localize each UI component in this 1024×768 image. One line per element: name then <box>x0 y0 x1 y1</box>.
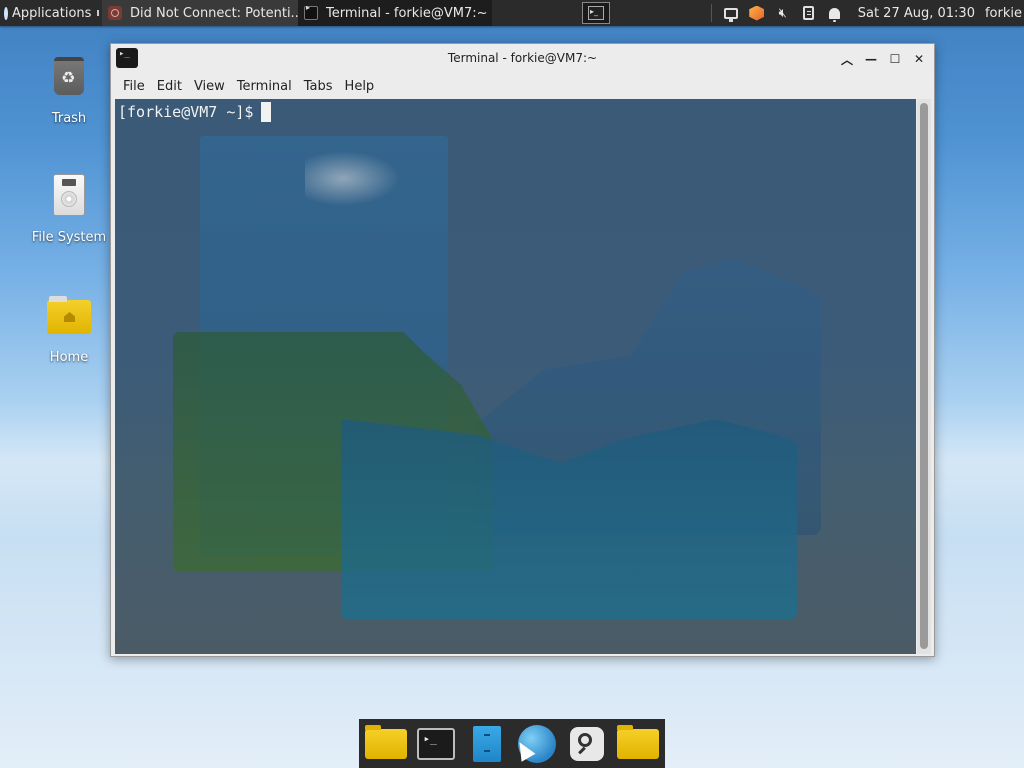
bottom-dock <box>359 719 665 768</box>
menu-tabs[interactable]: Tabs <box>298 79 339 94</box>
app-finder-icon <box>570 726 605 761</box>
home-folder-icon <box>45 292 93 340</box>
display-button[interactable] <box>718 0 744 26</box>
firefox-icon <box>108 6 122 20</box>
applications-label: Applications <box>12 5 92 21</box>
clipboard-button[interactable] <box>796 0 822 26</box>
terminal-icon <box>417 727 456 760</box>
window-title: Terminal - forkie@VM7:~ <box>447 51 598 65</box>
text-cursor <box>261 102 272 122</box>
menu-bar: File Edit View Terminal Tabs Help <box>111 74 934 98</box>
file-cabinet-icon <box>472 725 501 762</box>
tray-separator <box>710 4 712 22</box>
package-updater-icon <box>749 5 765 21</box>
shell-prompt: [forkie@VM7 ~]$ <box>118 103 254 121</box>
web-browser-icon <box>518 724 557 763</box>
shade-up-icon[interactable]: ︿ <box>836 48 858 70</box>
desktop-icon-label: Home <box>49 350 89 365</box>
desktop-icon-file-system[interactable]: File System <box>29 172 109 245</box>
menu-view[interactable]: View <box>188 79 231 94</box>
workspace-switcher[interactable]: ▸_ <box>582 2 610 24</box>
window-controls: ︿ — ☐ ✕ <box>836 48 930 70</box>
scrollbar-thumb[interactable] <box>920 103 928 649</box>
notifications-button[interactable] <box>822 0 848 26</box>
taskbar-item-terminal[interactable]: Terminal - forkie@VM7:~ <box>298 0 492 26</box>
menu-terminal[interactable]: Terminal <box>231 79 298 94</box>
background-art-cloud <box>305 151 400 206</box>
workspace-switcher-icon: ▸_ <box>588 6 604 20</box>
terminal-scrollbar[interactable] <box>917 99 931 654</box>
trash-icon <box>45 53 93 101</box>
desktop-icon-label: File System <box>31 230 107 245</box>
window-titlebar[interactable]: Terminal - forkie@VM7:~ ︿ — ☐ ✕ <box>111 44 934 74</box>
taskbar-item-label: Did Not Connect: Potenti... <box>130 5 298 21</box>
taskbar-item-label: Terminal - forkie@VM7:~ <box>326 5 488 21</box>
desktop-icon-home[interactable]: Home <box>29 292 109 365</box>
dock-app-finder[interactable] <box>563 721 611 767</box>
dock-file-cabinet[interactable] <box>463 721 511 767</box>
menu-help[interactable]: Help <box>339 79 381 94</box>
desktop-icon-trash[interactable]: Trash <box>29 53 109 126</box>
terminal-window: Terminal - forkie@VM7:~ ︿ — ☐ ✕ File Edi… <box>110 43 935 657</box>
file-manager-icon <box>365 724 408 759</box>
shell-prompt-line: [forkie@VM7 ~]$ <box>118 102 272 122</box>
menu-file[interactable]: File <box>117 79 151 94</box>
terminal-output-area[interactable]: [forkie@VM7 ~]$ <box>115 99 916 654</box>
applications-menu-button[interactable]: Applications <box>0 0 100 26</box>
volume-button[interactable]: 🔇︎ <box>770 0 796 26</box>
dock-folder[interactable] <box>614 721 662 767</box>
terminal-icon <box>304 3 318 20</box>
close-icon[interactable]: ✕ <box>908 48 930 70</box>
dock-web-browser[interactable] <box>513 721 561 767</box>
notification-bell-icon <box>829 7 841 22</box>
clipboard-icon <box>803 6 815 20</box>
dock-file-manager[interactable] <box>362 721 410 767</box>
display-icon <box>723 7 738 22</box>
package-updater-button[interactable] <box>744 0 770 26</box>
dock-terminal[interactable] <box>412 721 460 767</box>
top-panel: Applications Did Not Connect: Potenti...… <box>0 0 1024 26</box>
taskbar-item-browser[interactable]: Did Not Connect: Potenti... <box>102 0 298 26</box>
file-system-icon <box>45 172 93 220</box>
applications-logo-icon <box>4 6 8 20</box>
menu-edit[interactable]: Edit <box>151 79 188 94</box>
volume-muted-icon: 🔇︎ <box>778 5 787 21</box>
maximize-icon[interactable]: ☐ <box>884 48 906 70</box>
menu-separator-icon <box>97 10 100 16</box>
user-menu[interactable]: forkie <box>985 6 1024 21</box>
system-tray: 🔇︎ Sat 27 Aug, 01:30 forkie <box>710 0 1024 26</box>
minimize-icon[interactable]: — <box>860 48 882 70</box>
folder-icon <box>616 724 659 759</box>
desktop-icon-label: Trash <box>51 111 87 126</box>
clock[interactable]: Sat 27 Aug, 01:30 <box>848 6 985 21</box>
